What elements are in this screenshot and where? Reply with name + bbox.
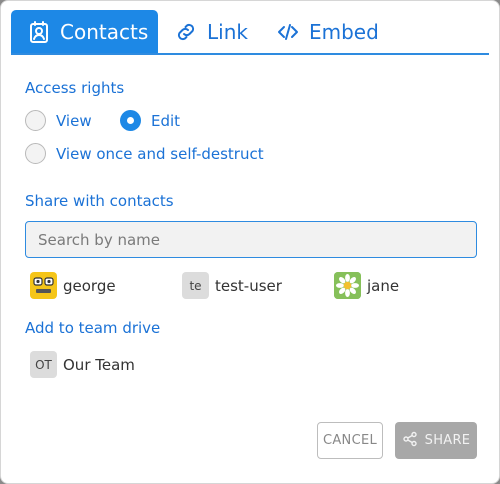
code-icon xyxy=(276,20,300,44)
radio-view-once-label[interactable]: View once and self-destruct xyxy=(56,145,264,163)
avatar-initials: OT xyxy=(30,351,57,378)
team-our-team-name: Our Team xyxy=(63,355,135,374)
contact-jane[interactable]: jane xyxy=(334,272,399,299)
contact-george[interactable]: george xyxy=(30,272,116,299)
radio-view-once[interactable] xyxy=(25,143,46,164)
daisy-flower-icon xyxy=(334,272,361,299)
share-dialog: Contacts Link Embed Access rights View E… xyxy=(0,0,500,484)
link-icon xyxy=(174,20,198,44)
tab-link[interactable]: Link xyxy=(160,10,262,53)
team-drive-heading: Add to team drive xyxy=(25,319,161,337)
share-button[interactable]: SHARE xyxy=(395,422,477,459)
radio-option-view[interactable]: View xyxy=(25,110,92,131)
avatar-initials: te xyxy=(182,272,209,299)
radio-edit[interactable] xyxy=(120,110,141,131)
contact-card-icon xyxy=(27,20,51,44)
contact-george-name: george xyxy=(63,276,116,295)
radio-view[interactable] xyxy=(25,110,46,131)
share-button-label: SHARE xyxy=(424,433,471,448)
contact-test-user-name: test-user xyxy=(215,276,282,295)
share-icon xyxy=(402,431,418,451)
tab-contacts-label: Contacts xyxy=(60,19,149,44)
cancel-button-label: CANCEL xyxy=(322,433,378,448)
radio-option-edit[interactable]: Edit xyxy=(120,110,180,131)
radio-option-view-once[interactable]: View once and self-destruct xyxy=(25,143,264,164)
search-input[interactable] xyxy=(25,221,477,258)
tab-embed-label: Embed xyxy=(308,19,379,44)
tab-bar: Contacts Link Embed xyxy=(11,10,489,55)
tab-embed[interactable]: Embed xyxy=(262,10,393,53)
contact-jane-name: jane xyxy=(367,276,400,295)
access-rights-heading: Access rights xyxy=(25,79,125,97)
radio-edit-label[interactable]: Edit xyxy=(151,112,180,130)
team-our-team[interactable]: OT Our Team xyxy=(30,351,135,378)
robot-face-icon xyxy=(30,272,57,299)
share-with-contacts-heading: Share with contacts xyxy=(25,192,174,210)
contact-test-user[interactable]: te test-user xyxy=(182,272,282,299)
tab-link-label: Link xyxy=(207,19,248,44)
cancel-button[interactable]: CANCEL xyxy=(317,422,383,459)
radio-view-label[interactable]: View xyxy=(56,112,92,130)
tab-contacts[interactable]: Contacts xyxy=(11,10,158,53)
